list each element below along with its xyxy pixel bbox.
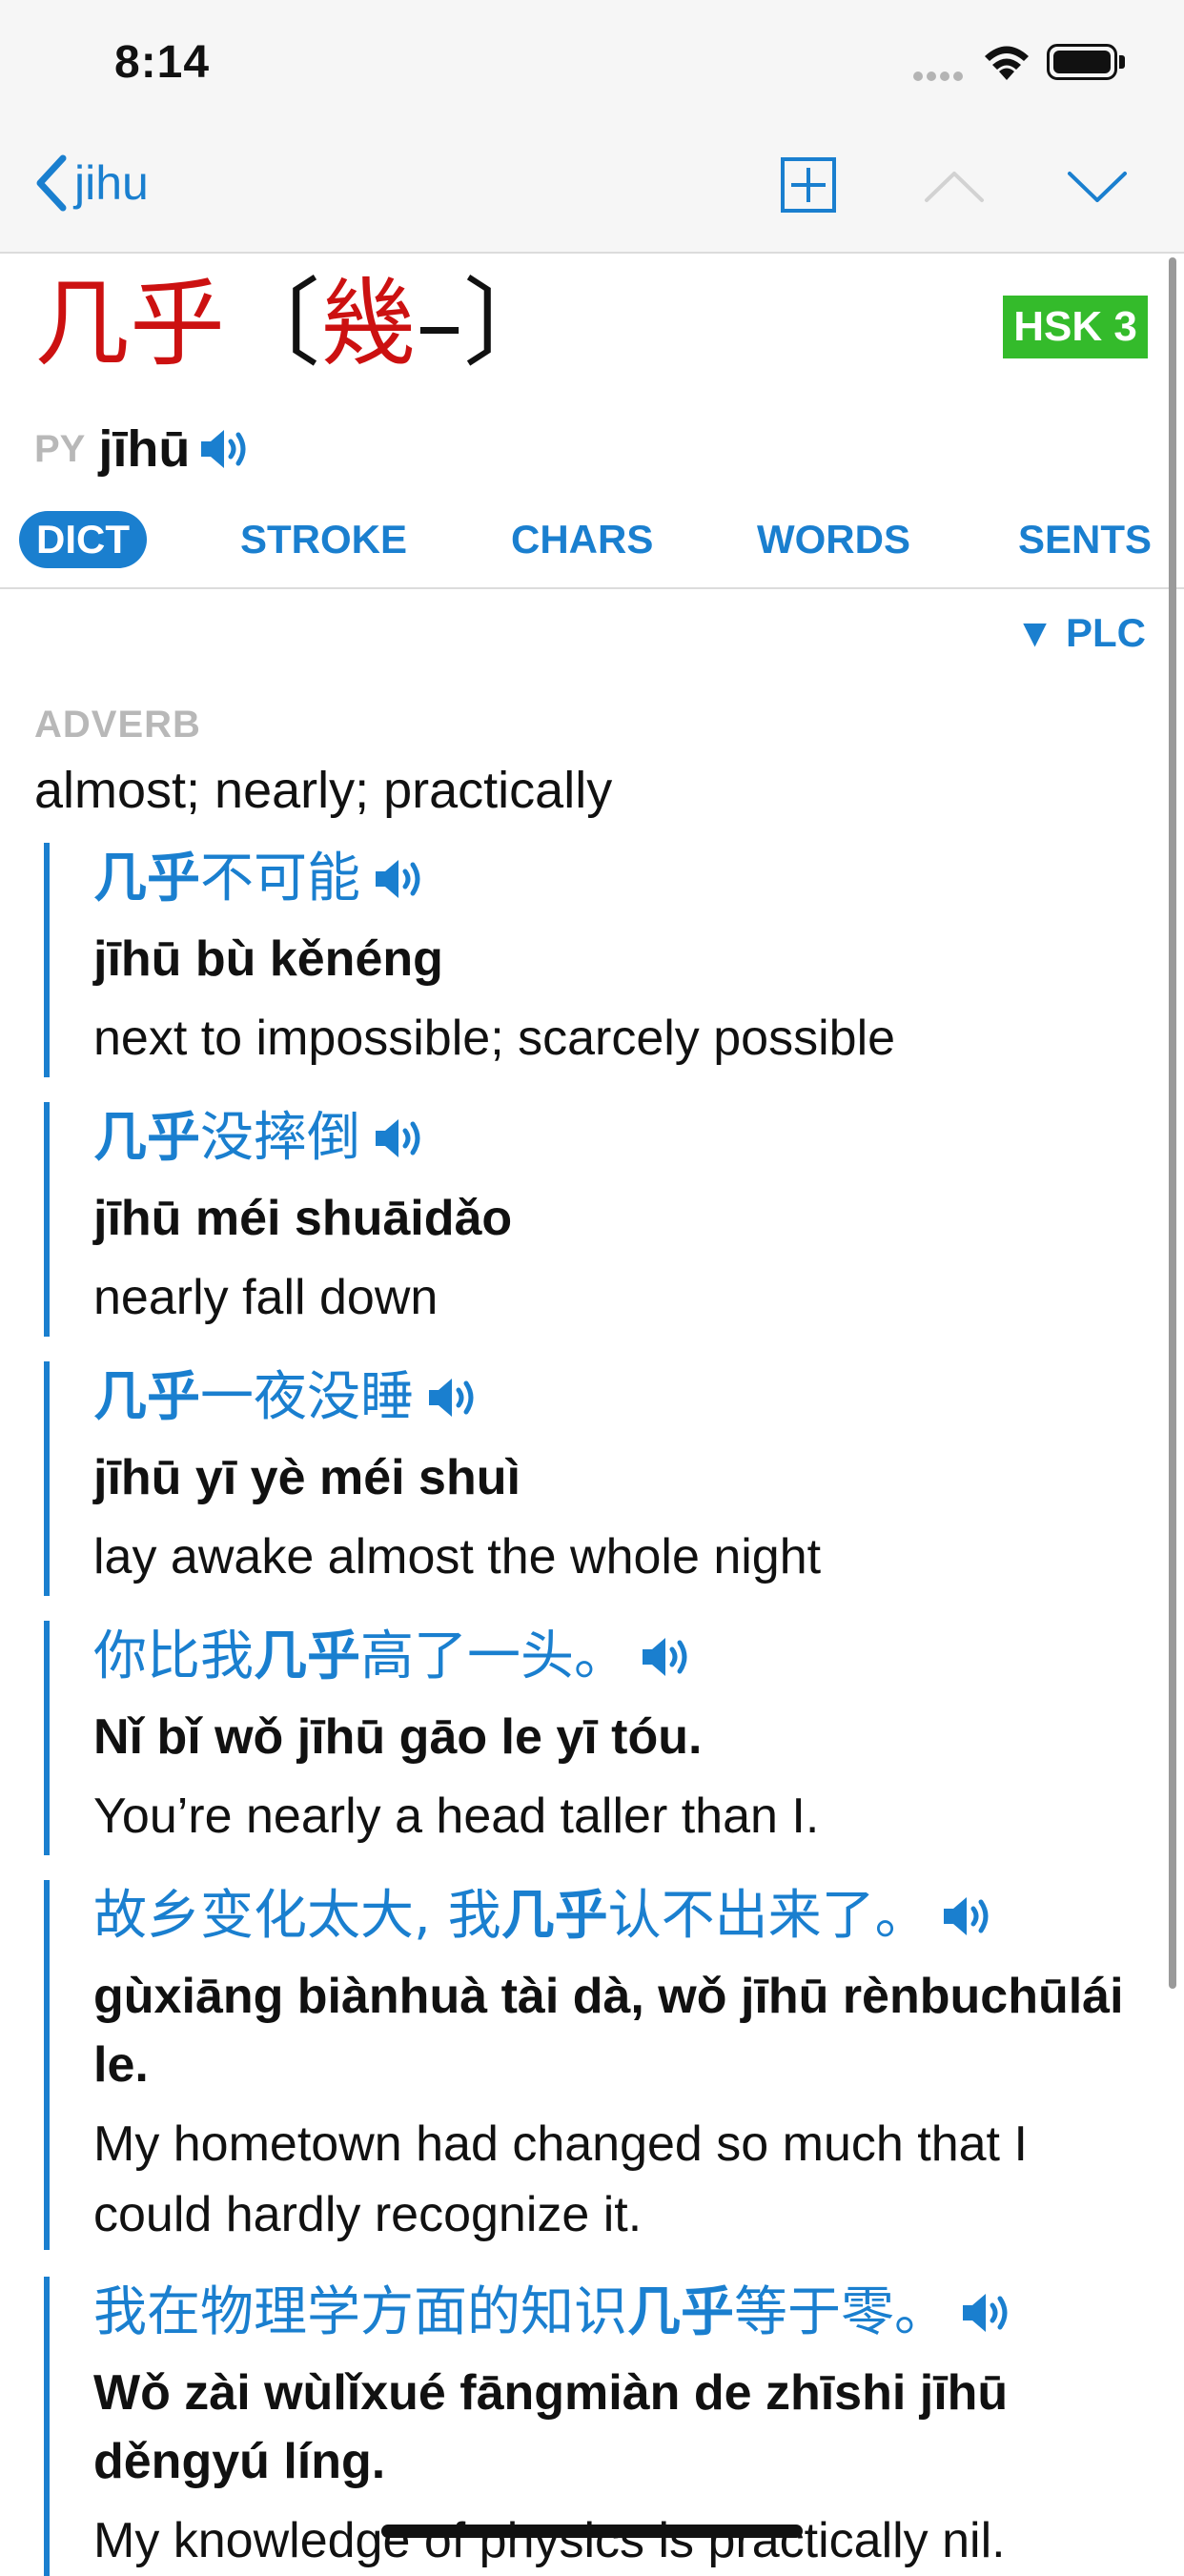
example-chinese: 几乎一夜没睡 (93, 1361, 1140, 1434)
speaker-icon[interactable] (374, 1115, 427, 1161)
status-time: 8:14 (114, 37, 211, 88)
example-item[interactable]: 故乡变化太大, 我几乎认不出来了。 gùxiāng biànhuà tài dà,… (44, 1880, 1140, 2250)
example-item[interactable]: 你比我几乎高了一头。 Nǐ bǐ wǒ jīhū gāo le yī tóu. Yo… (44, 1621, 1140, 1855)
example-chinese-highlight: 几乎 (93, 1366, 200, 1428)
headword-traditional-same: – (416, 268, 463, 379)
tab-sents[interactable]: SENTS (1018, 511, 1152, 568)
example-chinese: 几乎没摔倒 (93, 1102, 1140, 1175)
tab-chars[interactable]: CHARS (511, 511, 653, 568)
speaker-icon[interactable] (374, 856, 427, 902)
example-pinyin-pre: gùxiāng biànhuà tài dà, wǒ (93, 1969, 741, 2024)
headword-traditional: 幾 (320, 268, 416, 379)
example-chinese-post: 没摔倒 (200, 1107, 360, 1169)
example-chinese-pre: 你比我 (93, 1625, 254, 1687)
nav-bar: jihu (0, 133, 1184, 254)
example-pinyin: jīhū bù kěnéng (93, 925, 1140, 993)
example-chinese-highlight: 几乎 (254, 1625, 360, 1687)
speaker-icon[interactable] (942, 1893, 995, 1939)
example-chinese-post: 高了一头。 (360, 1625, 627, 1687)
example-pinyin: Wǒ zài wùlǐxué fāngmiàn de zhīshi jīhū d… (93, 2359, 1140, 2496)
example-pinyin-highlight: jīhū (740, 1969, 829, 2024)
bracket-open: 〔 (225, 268, 320, 379)
pinyin-value: jīhū (98, 420, 191, 478)
example-translation: lay awake almost the whole night (93, 1529, 822, 1584)
example-translation: next to impossible; scarcely possible (93, 1011, 896, 1066)
battery-icon (1047, 44, 1117, 80)
example-chinese-highlight: 几乎 (627, 2281, 734, 2343)
bracket-close: 〕 (463, 268, 559, 379)
add-flashcard-icon[interactable] (780, 156, 837, 214)
example-translation: You’re nearly a head taller than I. (93, 1789, 820, 1844)
example-pinyin-post: gāo le yī tóu. (385, 1709, 703, 1765)
example-chinese-post: 等于零。 (734, 2281, 948, 2343)
part-of-speech: ADVERB (34, 704, 201, 746)
example-pinyin-post: děngyú líng. (93, 2434, 386, 2489)
example-pinyin-pre: Nǐ bǐ wǒ (93, 1709, 297, 1765)
example-pinyin: jīhū yī yè méi shuì (93, 1443, 1140, 1512)
plc-toggle[interactable]: ▼ PLC (1015, 610, 1146, 656)
example-translation: nearly fall down (93, 1270, 439, 1325)
example-translation: My hometown had changed so much that I c… (93, 2116, 1028, 2242)
example-chinese: 你比我几乎高了一头。 (93, 1621, 1140, 1693)
wifi-icon (985, 46, 1029, 80)
chevron-down-icon[interactable] (1066, 168, 1129, 206)
example-pinyin: jīhū méi shuāidǎo (93, 1184, 1140, 1253)
example-chinese-pre: 故乡变化太大, 我 (93, 1885, 501, 1947)
speaker-icon[interactable] (641, 1634, 694, 1680)
speaker-icon[interactable] (199, 426, 253, 472)
scrollbar[interactable] (1169, 257, 1176, 1989)
example-chinese-post: 一夜没睡 (200, 1366, 414, 1428)
definition: almost; nearly; practically (34, 762, 613, 819)
tab-words[interactable]: WORDS (757, 511, 910, 568)
example-chinese-highlight: 几乎 (500, 1885, 608, 1947)
pinyin-row: PY jīhū (34, 419, 253, 479)
headword: 几乎〔幾–〕 (34, 276, 559, 372)
chevron-up-icon[interactable] (923, 168, 986, 206)
example-chinese-highlight: 几乎 (93, 1107, 200, 1169)
example-translation: My knowledge of physics is practically n… (93, 2513, 1006, 2568)
example-pinyin: gùxiāng biànhuà tài dà, wǒ jīhū rènbuchū… (93, 1962, 1140, 2099)
example-pinyin-highlight: jīhū (93, 1191, 182, 1246)
example-pinyin-highlight: jīhū (93, 1450, 182, 1505)
battery-cap (1119, 55, 1125, 69)
example-chinese: 故乡变化太大, 我几乎认不出来了。 (93, 1880, 1140, 1952)
example-pinyin-post: bù kěnéng (181, 931, 443, 987)
tab-stroke[interactable]: STROKE (240, 511, 407, 568)
example-chinese-pre: 我在物理学方面的知识 (93, 2281, 627, 2343)
headword-simplified: 几乎 (34, 268, 225, 379)
example-pinyin-post: yī yè méi shuì (181, 1450, 521, 1505)
example-pinyin-highlight: jīhū (919, 2365, 1009, 2421)
example-pinyin-pre: Wǒ zài wùlǐxué fāngmiàn de zhīshi (93, 2365, 920, 2421)
example-item[interactable]: 几乎一夜没睡 jīhū yī yè méi shuì lay awake almos… (44, 1361, 1140, 1596)
back-button[interactable]: jihu (34, 154, 149, 212)
speaker-icon[interactable] (961, 2290, 1014, 2336)
chevron-left-icon (36, 154, 67, 212)
example-chinese: 几乎不可能 (93, 843, 1140, 915)
example-chinese-highlight: 几乎 (93, 848, 200, 910)
status-bar: 8:14 (0, 0, 1184, 133)
example-item[interactable]: 几乎没摔倒 jīhū méi shuāidǎo nearly fall down (44, 1102, 1140, 1337)
example-pinyin: Nǐ bǐ wǒ jīhū gāo le yī tóu. (93, 1703, 1140, 1771)
tab-bar: DICT STROKE CHARS WORDS SENTS (0, 501, 1184, 589)
tab-dict[interactable]: DICT (19, 511, 147, 568)
example-chinese-post: 不可能 (200, 848, 360, 910)
hsk-badge: HSK 3 (1003, 296, 1148, 358)
cellular-signal-icon (913, 69, 970, 82)
back-label: jihu (74, 156, 149, 210)
home-indicator[interactable] (381, 2525, 803, 2538)
example-chinese-post: 认不出来了。 (607, 1885, 929, 1947)
example-chinese: 我在物理学方面的知识几乎等于零。 (93, 2277, 1140, 2349)
example-pinyin-post: méi shuāidǎo (181, 1191, 513, 1246)
example-pinyin-highlight: jīhū (93, 931, 182, 987)
speaker-icon[interactable] (427, 1375, 480, 1421)
example-item[interactable]: 几乎不可能 jīhū bù kěnéng next to impossible; s… (44, 843, 1140, 1077)
example-pinyin-highlight: jīhū (296, 1709, 386, 1765)
pinyin-label: PY (34, 427, 86, 470)
